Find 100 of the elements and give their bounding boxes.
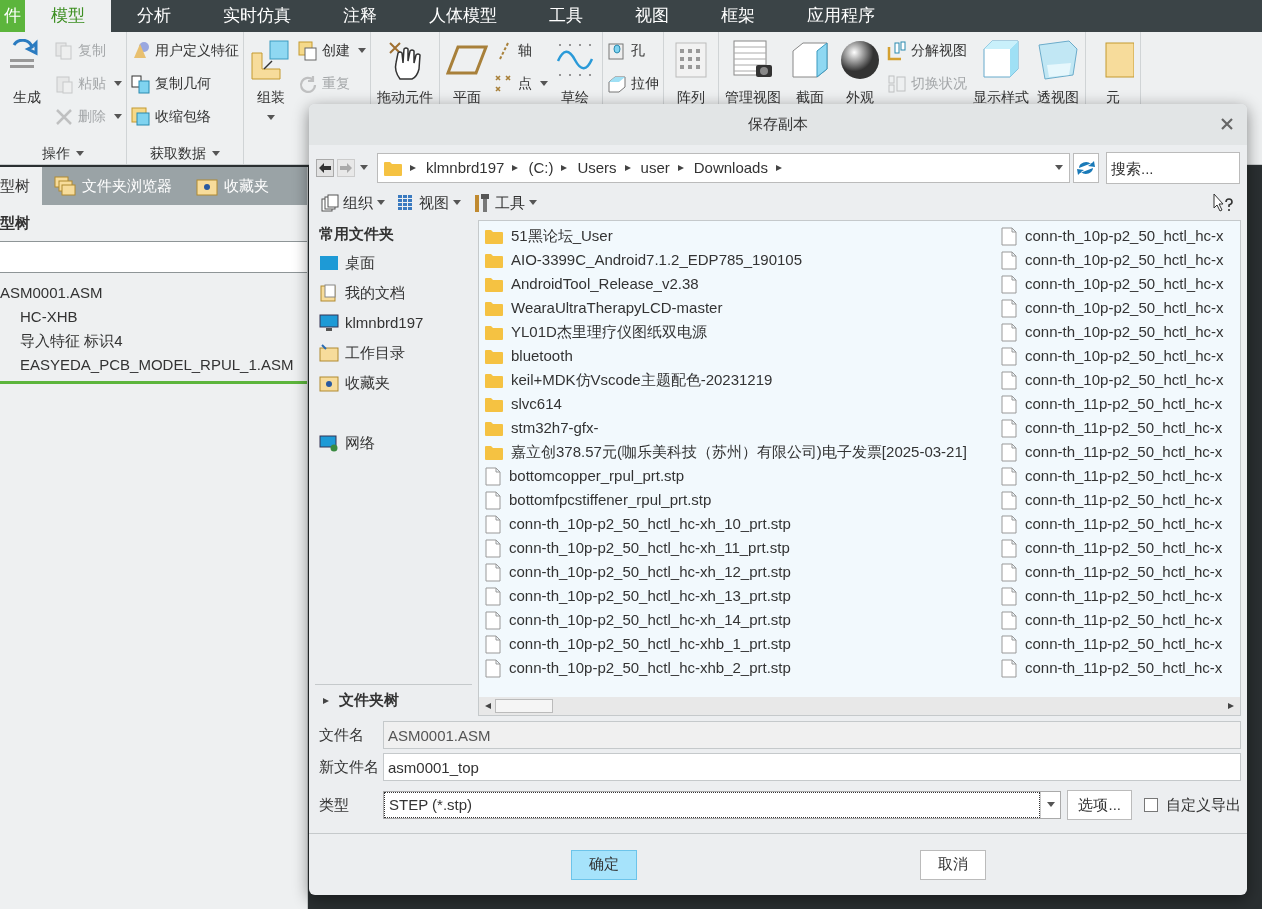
refresh-button[interactable] [1073,153,1099,183]
breadcrumb-segment[interactable]: klmnbrd197 [426,156,505,180]
ribbon-button[interactable]: 生成 [4,32,50,105]
file-item[interactable]: conn-th_10p-p2_50_hctl_hc-x [995,368,1240,392]
options-button[interactable]: 选项... [1067,790,1132,820]
ribbon-button[interactable]: 点 [494,67,548,100]
tree-item[interactable]: EASYEDA_PCB_MODEL_RPUL_1.ASM [0,353,307,377]
ribbon-button[interactable]: 分解视图 [887,34,967,67]
ribbon-button[interactable]: 轴 [494,34,548,67]
file-item[interactable]: conn-th_11p-p2_50_hctl_hc-x [995,440,1240,464]
nav-item[interactable]: klmnbrd197 [315,308,472,338]
ribbon-button[interactable]: 阵列 [668,32,714,105]
file-item[interactable]: conn-th_11p-p2_50_hctl_hc-x [995,392,1240,416]
file-item[interactable]: slvc614 [479,392,995,416]
file-item[interactable]: bottomfpcstiffener_rpul_prt.stp [479,488,995,512]
file-item[interactable]: conn-th_10p-p2_50_hctl_hc-x [995,344,1240,368]
menu-tab[interactable]: 模型 [25,0,111,32]
file-item[interactable]: conn-th_11p-p2_50_hctl_hc-x [995,584,1240,608]
file-item[interactable]: conn-th_10p-p2_50_hctl_hc-xhb_1_prt.stp [479,632,995,656]
file-item[interactable]: bluetooth [479,344,995,368]
breadcrumb-segment[interactable]: user [640,156,670,180]
menu-tab[interactable]: 视图 [609,0,695,32]
type-dropdown[interactable]: STEP (*.stp) [383,791,1062,819]
file-item[interactable]: conn-th_10p-p2_50_hctl_hc-x [995,296,1240,320]
ribbon-button[interactable]: 截面 [787,32,833,105]
menu-tab[interactable]: 框架 [695,0,781,32]
close-button[interactable] [1219,116,1235,132]
tree-item[interactable]: HC-XHB [0,305,307,329]
file-item[interactable]: conn-th_10p-p2_50_hctl_hc-xh_14_prt.stp [479,608,995,632]
ribbon-button[interactable]: 收缩包络 [131,100,239,133]
back-button[interactable] [316,159,334,177]
file-name-field[interactable]: ASM0001.ASM [383,721,1241,749]
breadcrumb-segment[interactable]: Downloads [693,156,768,180]
file-item[interactable]: conn-th_11p-p2_50_hctl_hc-x [995,488,1240,512]
toolbar-menu-button[interactable]: 组织 [321,191,385,215]
ribbon-button[interactable]: 透视图 [1035,32,1081,105]
toolbar-menu-button[interactable]: 视图 [397,191,461,215]
file-item[interactable]: conn-th_10p-p2_50_hctl_hc-xhb_2_prt.stp [479,656,995,680]
ribbon-button[interactable]: 拖动元件 [375,32,435,105]
group-label[interactable]: 获取数据 [127,143,243,164]
toolbar-menu-button[interactable]: 工具 [473,191,537,215]
nav-item[interactable]: 工作目录 [315,338,472,368]
file-item[interactable]: YL01D杰里理疗仪图纸双电源 [479,320,995,344]
scrollbar-thumb[interactable] [495,699,553,713]
file-item[interactable]: conn-th_11p-p2_50_hctl_hc-x [995,656,1240,680]
breadcrumb-segment[interactable]: Users [577,156,617,180]
panel-tab[interactable]: 型树 [0,167,42,205]
file-item[interactable]: conn-th_11p-p2_50_hctl_hc-x [995,560,1240,584]
menu-tab[interactable]: 分析 [111,0,197,32]
file-item[interactable]: conn-th_10p-p2_50_hctl_hc-x [995,248,1240,272]
nav-item[interactable]: 收藏夹 [315,368,472,398]
ribbon-button[interactable]: 复制几何 [131,67,239,100]
file-item[interactable]: conn-th_10p-p2_50_hctl_hc-xh_12_prt.stp [479,560,995,584]
ribbon-button[interactable]: 拉伸 [607,67,659,100]
ribbon-button[interactable]: 平面 [444,32,490,105]
new-file-name-field[interactable]: asm0001_top [383,753,1241,781]
file-item[interactable]: 51黑论坛_User [479,224,995,248]
nav-item[interactable]: 我的文档 [315,278,472,308]
file-item[interactable]: conn-th_11p-p2_50_hctl_hc-x [995,464,1240,488]
nav-item[interactable]: 网络 [315,428,472,458]
custom-export-checkbox[interactable]: 自定义导出 [1144,793,1241,817]
file-item[interactable]: conn-th_11p-p2_50_hctl_hc-x [995,632,1240,656]
file-item[interactable]: conn-th_11p-p2_50_hctl_hc-x [995,608,1240,632]
nav-item[interactable]: 桌面 [315,248,472,278]
tree-item[interactable]: 导入特征 标识4 [0,329,307,353]
ribbon-button[interactable]: 孔 [607,34,659,67]
group-label[interactable]: 操作 [0,143,126,164]
file-item[interactable]: stm32h7-gfx- [479,416,995,440]
tree-item[interactable]: ASM0001.ASM [0,281,307,305]
menu-tab[interactable]: 注释 [317,0,403,32]
menu-tab[interactable]: 人体模型 [403,0,523,32]
dialog-button[interactable]: 取消 [919,849,986,880]
file-item[interactable]: 嘉立创378.57元(咖乐美科技（苏州）有限公司)电子发票[2025-03-21] [479,440,995,464]
ribbon-button[interactable]: 管理视图 [723,32,783,105]
menu-tab[interactable]: 工具 [523,0,609,32]
breadcrumb-segment[interactable]: (C:) [528,156,554,180]
tree-search-field[interactable] [0,241,307,273]
ribbon-button[interactable]: 显示样式 [971,32,1031,105]
file-item[interactable]: AndroidTool_Release_v2.38 [479,272,995,296]
ribbon-button[interactable]: 元 [1090,32,1136,105]
file-item[interactable]: conn-th_11p-p2_50_hctl_hc-x [995,416,1240,440]
search-field[interactable]: 搜索... [1106,152,1240,184]
ribbon-button[interactable]: 用户定义特征 [131,34,239,67]
file-item[interactable]: WearaUltraTherapyLCD-master [479,296,995,320]
menu-tab[interactable]: 应用程序 [781,0,901,32]
file-item[interactable]: conn-th_10p-p2_50_hctl_hc-x [995,224,1240,248]
file-item[interactable]: conn-th_11p-p2_50_hctl_hc-x [995,536,1240,560]
file-item[interactable]: keil+MDK仿Vscode主题配色-20231219 [479,368,995,392]
file-item[interactable]: conn-th_10p-p2_50_hctl_hc-x [995,320,1240,344]
file-item[interactable]: bottomcopper_rpul_prt.stp [479,464,995,488]
dialog-button[interactable]: 确定 [570,849,637,880]
ribbon-button[interactable]: 外观 [837,32,883,105]
ribbon-button[interactable]: 创建 [298,34,366,67]
address-bar[interactable]: klmnbrd197 (C:) Users user Downloads [377,153,1070,183]
ribbon-button[interactable]: 草绘 [552,32,598,105]
ribbon-button[interactable]: 组装 [248,32,294,121]
file-item[interactable]: conn-th_10p-p2_50_hctl_hc-xh_11_prt.stp [479,536,995,560]
file-item[interactable]: conn-th_11p-p2_50_hctl_hc-x [995,512,1240,536]
horizontal-scrollbar[interactable] [479,697,1240,715]
file-item[interactable]: AIO-3399C_Android7.1.2_EDP785_190105 [479,248,995,272]
